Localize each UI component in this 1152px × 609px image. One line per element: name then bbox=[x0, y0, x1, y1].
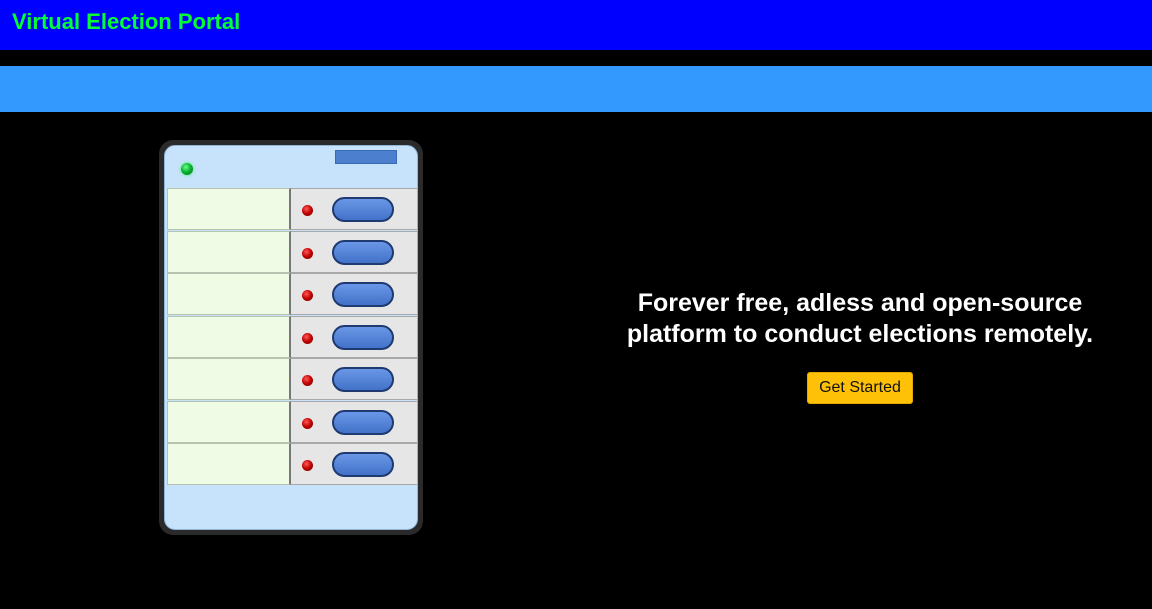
button-panel bbox=[291, 315, 417, 358]
voting-machine-body bbox=[164, 145, 418, 530]
vote-button[interactable] bbox=[332, 324, 394, 350]
vote-button[interactable] bbox=[332, 409, 394, 435]
top-navbar: Virtual Election Portal bbox=[0, 0, 1152, 50]
ballot-row bbox=[167, 443, 417, 486]
hero-line-1: Forever free, adless and open-source bbox=[637, 289, 1083, 317]
secondary-bar bbox=[0, 66, 1152, 112]
ballot-row bbox=[167, 315, 417, 359]
ballot-row bbox=[167, 400, 417, 444]
ballot-rows bbox=[167, 188, 417, 486]
button-panel bbox=[291, 230, 417, 273]
indicator-led-icon bbox=[302, 332, 313, 344]
candidate-slot[interactable] bbox=[167, 358, 291, 400]
button-panel bbox=[291, 443, 417, 485]
button-panel bbox=[291, 188, 417, 230]
get-started-button[interactable]: Get Started bbox=[807, 372, 913, 404]
candidate-slot[interactable] bbox=[167, 273, 291, 315]
vote-button[interactable] bbox=[332, 452, 394, 477]
candidate-slot[interactable] bbox=[167, 315, 291, 358]
vote-button[interactable] bbox=[332, 367, 394, 392]
ballot-row bbox=[167, 230, 417, 274]
voting-machine-illustration bbox=[159, 140, 423, 535]
hero-tagline: Forever free, adless and open-source pla… bbox=[600, 288, 1120, 350]
indicator-led-icon bbox=[302, 460, 313, 471]
button-panel bbox=[291, 400, 417, 443]
candidate-slot[interactable] bbox=[167, 230, 291, 273]
indicator-led-icon bbox=[302, 247, 313, 259]
candidate-slot[interactable] bbox=[167, 443, 291, 485]
indicator-led-icon bbox=[302, 205, 313, 216]
hero-line-2: platform to conduct elections remotely. bbox=[626, 320, 1094, 348]
indicator-led-icon bbox=[302, 375, 313, 386]
vote-button[interactable] bbox=[332, 197, 394, 222]
ballot-row bbox=[167, 273, 417, 316]
button-panel bbox=[291, 358, 417, 400]
hero-section: Forever free, adless and open-source pla… bbox=[600, 288, 1120, 404]
vote-button[interactable] bbox=[332, 239, 394, 265]
ballot-row bbox=[167, 358, 417, 401]
candidate-slot[interactable] bbox=[167, 188, 291, 230]
vote-button[interactable] bbox=[332, 282, 394, 307]
indicator-led-icon bbox=[302, 417, 313, 429]
ballot-row bbox=[167, 188, 417, 231]
machine-display bbox=[335, 150, 397, 164]
indicator-led-icon bbox=[302, 290, 313, 301]
ready-led-icon bbox=[181, 163, 193, 175]
button-panel bbox=[291, 273, 417, 315]
brand-link[interactable]: Virtual Election Portal bbox=[12, 9, 240, 35]
candidate-slot[interactable] bbox=[167, 400, 291, 443]
